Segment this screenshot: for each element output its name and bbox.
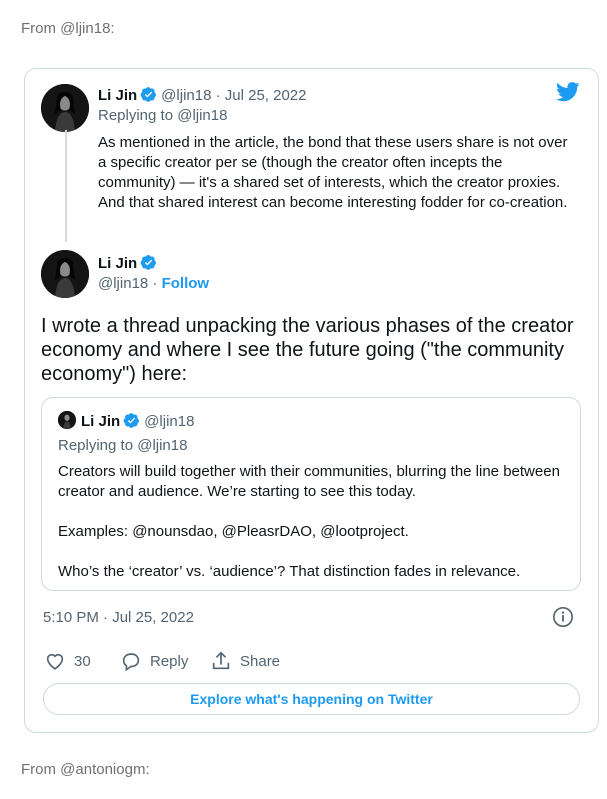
info-icon[interactable] [552, 606, 574, 628]
main-author-name[interactable]: Li Jin [98, 255, 137, 272]
parent-replying-to[interactable]: Replying to @ljin18 [98, 107, 227, 124]
main-handle[interactable]: @ljin18 · [98, 275, 162, 292]
explore-twitter-button[interactable]: Explore what's happening on Twitter [43, 683, 580, 715]
follow-link[interactable]: Follow [162, 275, 210, 292]
parent-tweet-text: As mentioned in the article, the bond th… [98, 134, 568, 211]
reply-bubble-icon [122, 653, 140, 672]
main-handle-row: @ljin18 · Follow [98, 275, 209, 292]
reply-button[interactable]: Reply [120, 650, 188, 672]
like-button[interactable]: 30 [44, 650, 91, 672]
quote-handle: @ljin18 [144, 413, 195, 430]
main-author-row: Li Jin [98, 254, 157, 272]
parent-author-name[interactable]: Li Jin [98, 87, 137, 104]
parent-handle-date[interactable]: @ljin18 · Jul 25, 2022 [161, 87, 306, 104]
verified-badge-icon [123, 412, 140, 429]
twitter-logo-icon[interactable] [556, 82, 580, 102]
verified-badge-icon [140, 254, 157, 271]
from-label-bottom: From @antoniogm: [21, 761, 150, 778]
verified-badge-icon [140, 86, 157, 103]
reply-label: Reply [150, 652, 189, 670]
main-tweet-text: I wrote a thread unpacking the various p… [41, 315, 574, 385]
avatar-parent[interactable] [41, 84, 89, 132]
like-count: 30 [74, 652, 91, 670]
parent-tweet-header: Li Jin @ljin18 · Jul 25, 2022 [98, 86, 306, 104]
heart-icon [46, 653, 64, 670]
quote-replying-to: Replying to @ljin18 [58, 437, 188, 454]
quote-paragraph: Creators will build together with their … [58, 463, 560, 500]
share-label: Share [240, 652, 281, 670]
tweet-timestamp[interactable]: 5:10 PM · Jul 25, 2022 [43, 609, 194, 626]
thread-connector-line [65, 130, 67, 242]
from-label-top: From @ljin18: [21, 20, 115, 37]
share-icon [212, 651, 230, 670]
avatar-main[interactable] [41, 250, 89, 298]
share-button[interactable]: Share [210, 650, 280, 672]
quote-author-name: Li Jin [81, 413, 121, 430]
avatar-quote [58, 411, 76, 429]
quote-header: Li Jin @ljin18 [58, 411, 194, 430]
quote-paragraph: Examples: @nounsdao, @PleasrDAO, @lootpr… [58, 523, 409, 540]
quote-text: Creators will build together with their … [58, 462, 568, 582]
quote-paragraph: Who’s the ‘creator’ vs. ‘audience’? That… [58, 563, 521, 580]
